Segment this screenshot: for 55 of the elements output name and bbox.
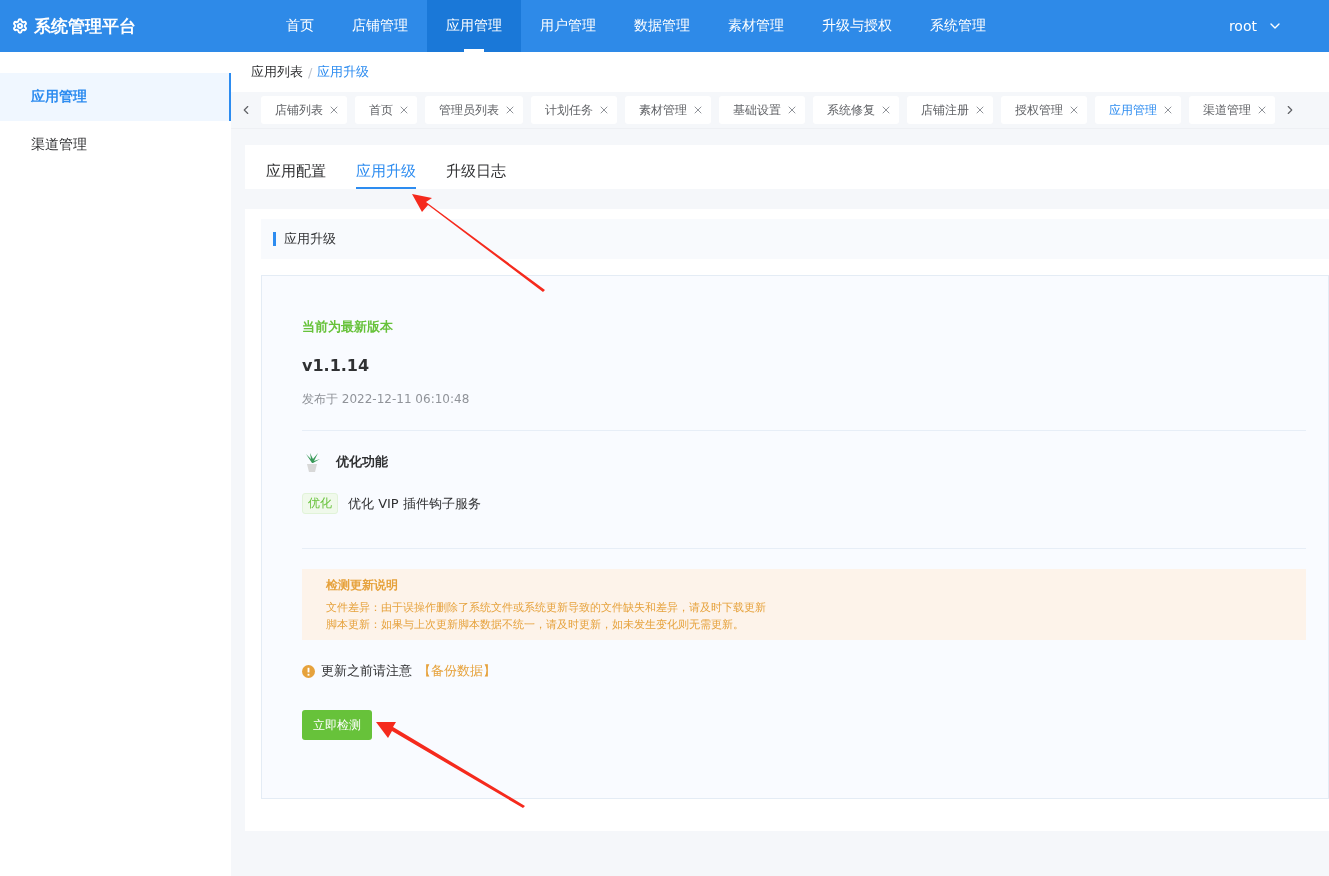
open-page-tab[interactable]: 基础设置 (719, 96, 805, 124)
open-page-tab[interactable]: 素材管理 (625, 96, 711, 124)
accent-bar (273, 232, 276, 246)
close-icon[interactable] (1068, 104, 1080, 116)
nav-tab[interactable]: 素材管理 (709, 0, 803, 52)
close-icon[interactable] (328, 104, 340, 116)
notice-text: 脚本更新：如果与上次更新脚本数据不统一，请及时更新，如未发生变化则无需更新。 (326, 617, 745, 632)
check-now-button[interactable]: 立即检测 (302, 710, 372, 740)
breadcrumb-item[interactable]: 应用升级 (317, 63, 370, 81)
close-icon[interactable] (1256, 104, 1268, 116)
feature-title: 优化功能 (336, 453, 388, 471)
nav-tab[interactable]: 系统管理 (911, 0, 1005, 52)
section-title: 应用升级 (284, 230, 336, 248)
warning-text: 更新之前请注意 (321, 662, 412, 680)
close-icon[interactable] (1162, 104, 1174, 116)
open-page-tab[interactable]: 管理员列表 (425, 96, 523, 124)
open-page-tab[interactable]: 渠道管理 (1189, 96, 1275, 124)
settings-icon (12, 18, 28, 34)
open-page-tab[interactable]: 店铺注册 (907, 96, 993, 124)
sidebar-item[interactable]: 渠道管理 (0, 121, 231, 169)
close-icon[interactable] (880, 104, 892, 116)
user-name[interactable]: root (1228, 18, 1257, 34)
open-page-tab[interactable]: 系统修复 (813, 96, 899, 124)
close-icon[interactable] (598, 104, 610, 116)
close-icon[interactable] (974, 104, 986, 116)
open-page-tab[interactable]: 计划任务 (531, 96, 617, 124)
breadcrumb-separator: / (308, 64, 313, 80)
nav-tab[interactable]: 数据管理 (615, 0, 709, 52)
nav-tab[interactable]: 用户管理 (521, 0, 615, 52)
close-icon[interactable] (692, 104, 704, 116)
version-status: 当前为最新版本 (302, 318, 394, 336)
notice-text: 文件差异：由于误操作删除了系统文件或系统更新导致的文件缺失和差异，请及时下载更新 (326, 600, 767, 615)
nav-tab[interactable]: 升级与授权 (803, 0, 911, 52)
notice-title: 检测更新说明 (326, 577, 399, 594)
sidebar-item[interactable]: 应用管理 (0, 73, 231, 121)
nav-tab[interactable]: 应用管理 (427, 0, 521, 52)
page-tab[interactable]: 应用升级 (356, 162, 416, 189)
app-title: 系统管理平台 (34, 14, 136, 38)
page-tab[interactable]: 应用配置 (266, 162, 326, 189)
open-page-tab[interactable]: 店铺列表 (261, 96, 347, 124)
nav-tab[interactable]: 首页 (267, 0, 333, 52)
open-page-tab[interactable]: 应用管理 (1095, 96, 1181, 124)
open-page-tab[interactable]: 授权管理 (1001, 96, 1087, 124)
release-date: 发布于 2022-12-11 06:10:48 (302, 391, 471, 408)
nav-tab[interactable]: 店铺管理 (333, 0, 427, 52)
warning-icon (302, 664, 315, 678)
close-icon[interactable] (504, 104, 516, 116)
open-page-tab[interactable]: 首页 (355, 96, 417, 124)
close-icon[interactable] (398, 104, 410, 116)
feature-text: 优化 VIP 插件钩子服务 (348, 494, 481, 513)
version-number: v1.1.14 (302, 356, 371, 375)
feature-tag: 优化 (302, 493, 338, 514)
breadcrumb-item[interactable]: 应用列表 (251, 63, 303, 81)
close-icon[interactable] (786, 104, 798, 116)
page-tab[interactable]: 升级日志 (446, 162, 506, 189)
